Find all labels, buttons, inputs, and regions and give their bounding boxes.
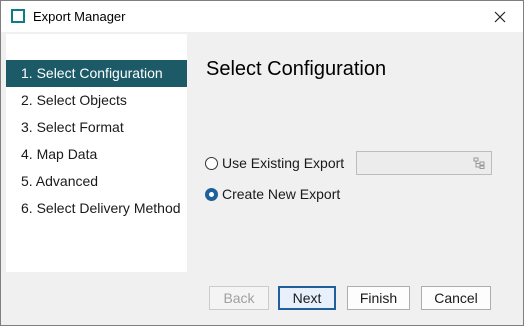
export-manager-window: Export Manager 1. Select Configuration 2… <box>0 0 524 326</box>
step-advanced[interactable]: 5. Advanced <box>6 168 187 195</box>
window-title: Export Manager <box>33 9 126 24</box>
next-button[interactable]: Next <box>278 286 336 310</box>
page-title: Select Configuration <box>206 58 387 80</box>
use-existing-export-option[interactable]: Use Existing Export <box>205 153 344 173</box>
step-select-format[interactable]: 3. Select Format <box>6 114 187 141</box>
close-icon <box>494 11 506 22</box>
step-select-delivery-method[interactable]: 6. Select Delivery Method <box>6 195 187 222</box>
finish-button[interactable]: Finish <box>347 286 410 310</box>
use-existing-export-label[interactable]: Use Existing Export <box>222 155 344 171</box>
cancel-button[interactable]: Cancel <box>421 286 491 310</box>
step-select-configuration[interactable]: 1. Select Configuration <box>6 60 187 87</box>
tree-browse-icon <box>473 157 485 169</box>
app-window-icon <box>11 9 25 23</box>
use-existing-export-radio[interactable] <box>205 156 218 170</box>
close-button[interactable] <box>477 1 523 32</box>
title-bar: Export Manager <box>1 1 523 32</box>
back-button[interactable]: Back <box>209 286 269 310</box>
step-select-objects[interactable]: 2. Select Objects <box>6 87 187 114</box>
create-new-export-radio[interactable] <box>205 187 218 201</box>
wizard-steps-panel: 1. Select Configuration 2. Select Object… <box>6 34 187 272</box>
existing-export-picker <box>356 151 492 175</box>
browse-button <box>469 154 489 172</box>
create-new-export-option[interactable]: Create New Export <box>205 184 340 204</box>
create-new-export-label[interactable]: Create New Export <box>222 186 340 202</box>
step-map-data[interactable]: 4. Map Data <box>6 141 187 168</box>
